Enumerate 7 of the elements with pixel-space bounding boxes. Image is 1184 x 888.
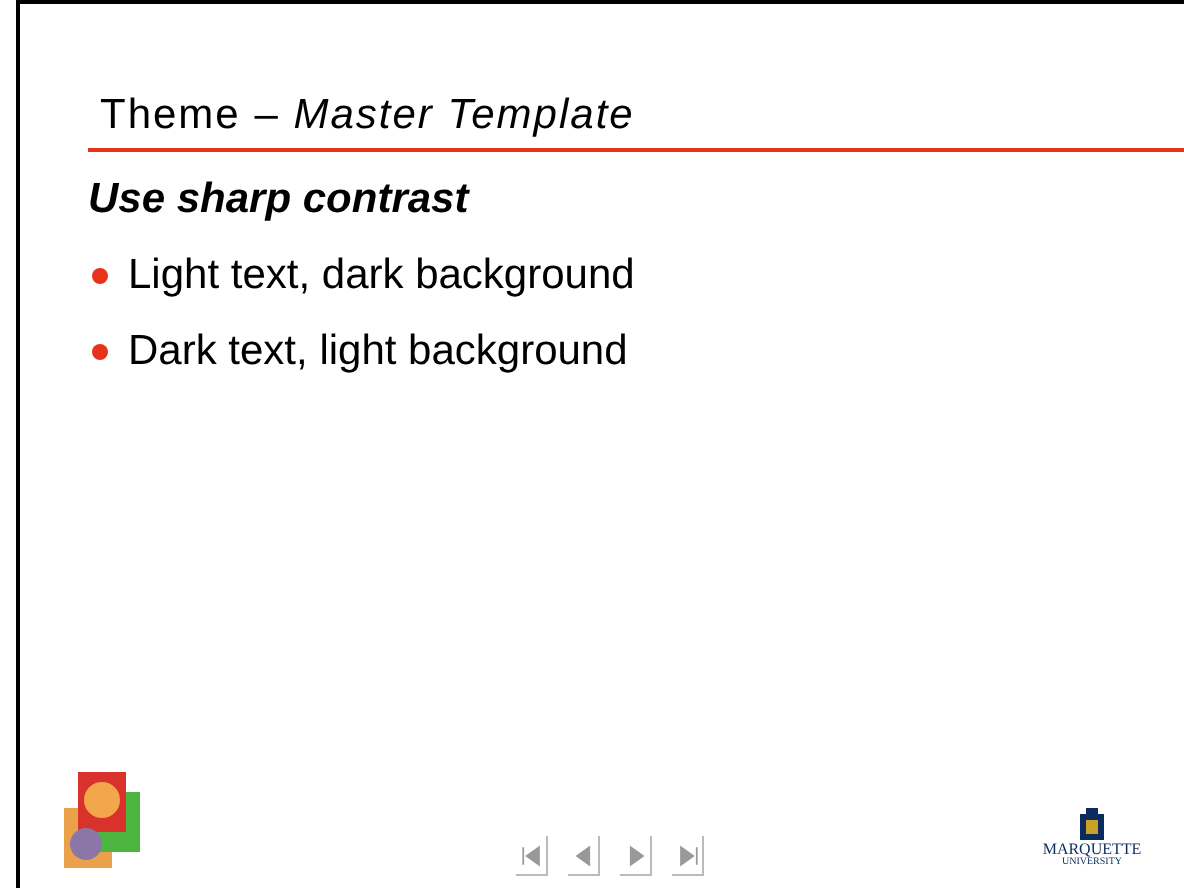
bullet-icon [92,344,108,360]
bullet-text: Light text, dark background [128,252,635,300]
slide-title: Theme – Master Template [100,92,635,138]
bullet-text: Dark text, light background [128,328,628,376]
bullet-icon [92,268,108,284]
first-slide-button[interactable] [516,836,548,876]
slide-heading: Use sharp contrast [88,176,472,224]
